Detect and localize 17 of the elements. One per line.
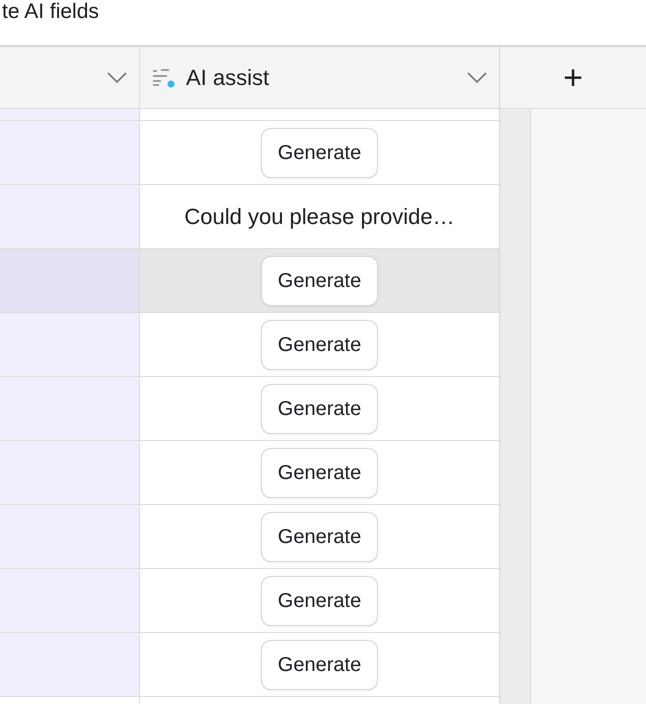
generate-button[interactable]: Generate [260, 640, 378, 690]
cell-text: Could you please provide… [184, 203, 455, 231]
chevron-down-icon[interactable] [107, 72, 127, 84]
column-title: AI assist [186, 64, 270, 92]
scrollbar-track[interactable] [500, 109, 531, 704]
generate-button[interactable]: Generate [260, 320, 378, 370]
generate-button[interactable]: Generate [260, 448, 378, 498]
generate-button[interactable]: Generate [260, 256, 378, 306]
generate-button[interactable]: Generate [260, 576, 378, 626]
page-title: te AI fields [2, 0, 99, 24]
generate-button[interactable]: Generate [260, 128, 378, 178]
text-sparkle-icon [152, 66, 176, 88]
add-column-button[interactable]: + [559, 60, 587, 94]
generate-button[interactable]: Generate [260, 512, 378, 562]
chevron-down-icon[interactable] [467, 72, 487, 84]
generate-button[interactable]: Generate [260, 384, 378, 434]
column-header[interactable]: AI assist [140, 45, 499, 109]
